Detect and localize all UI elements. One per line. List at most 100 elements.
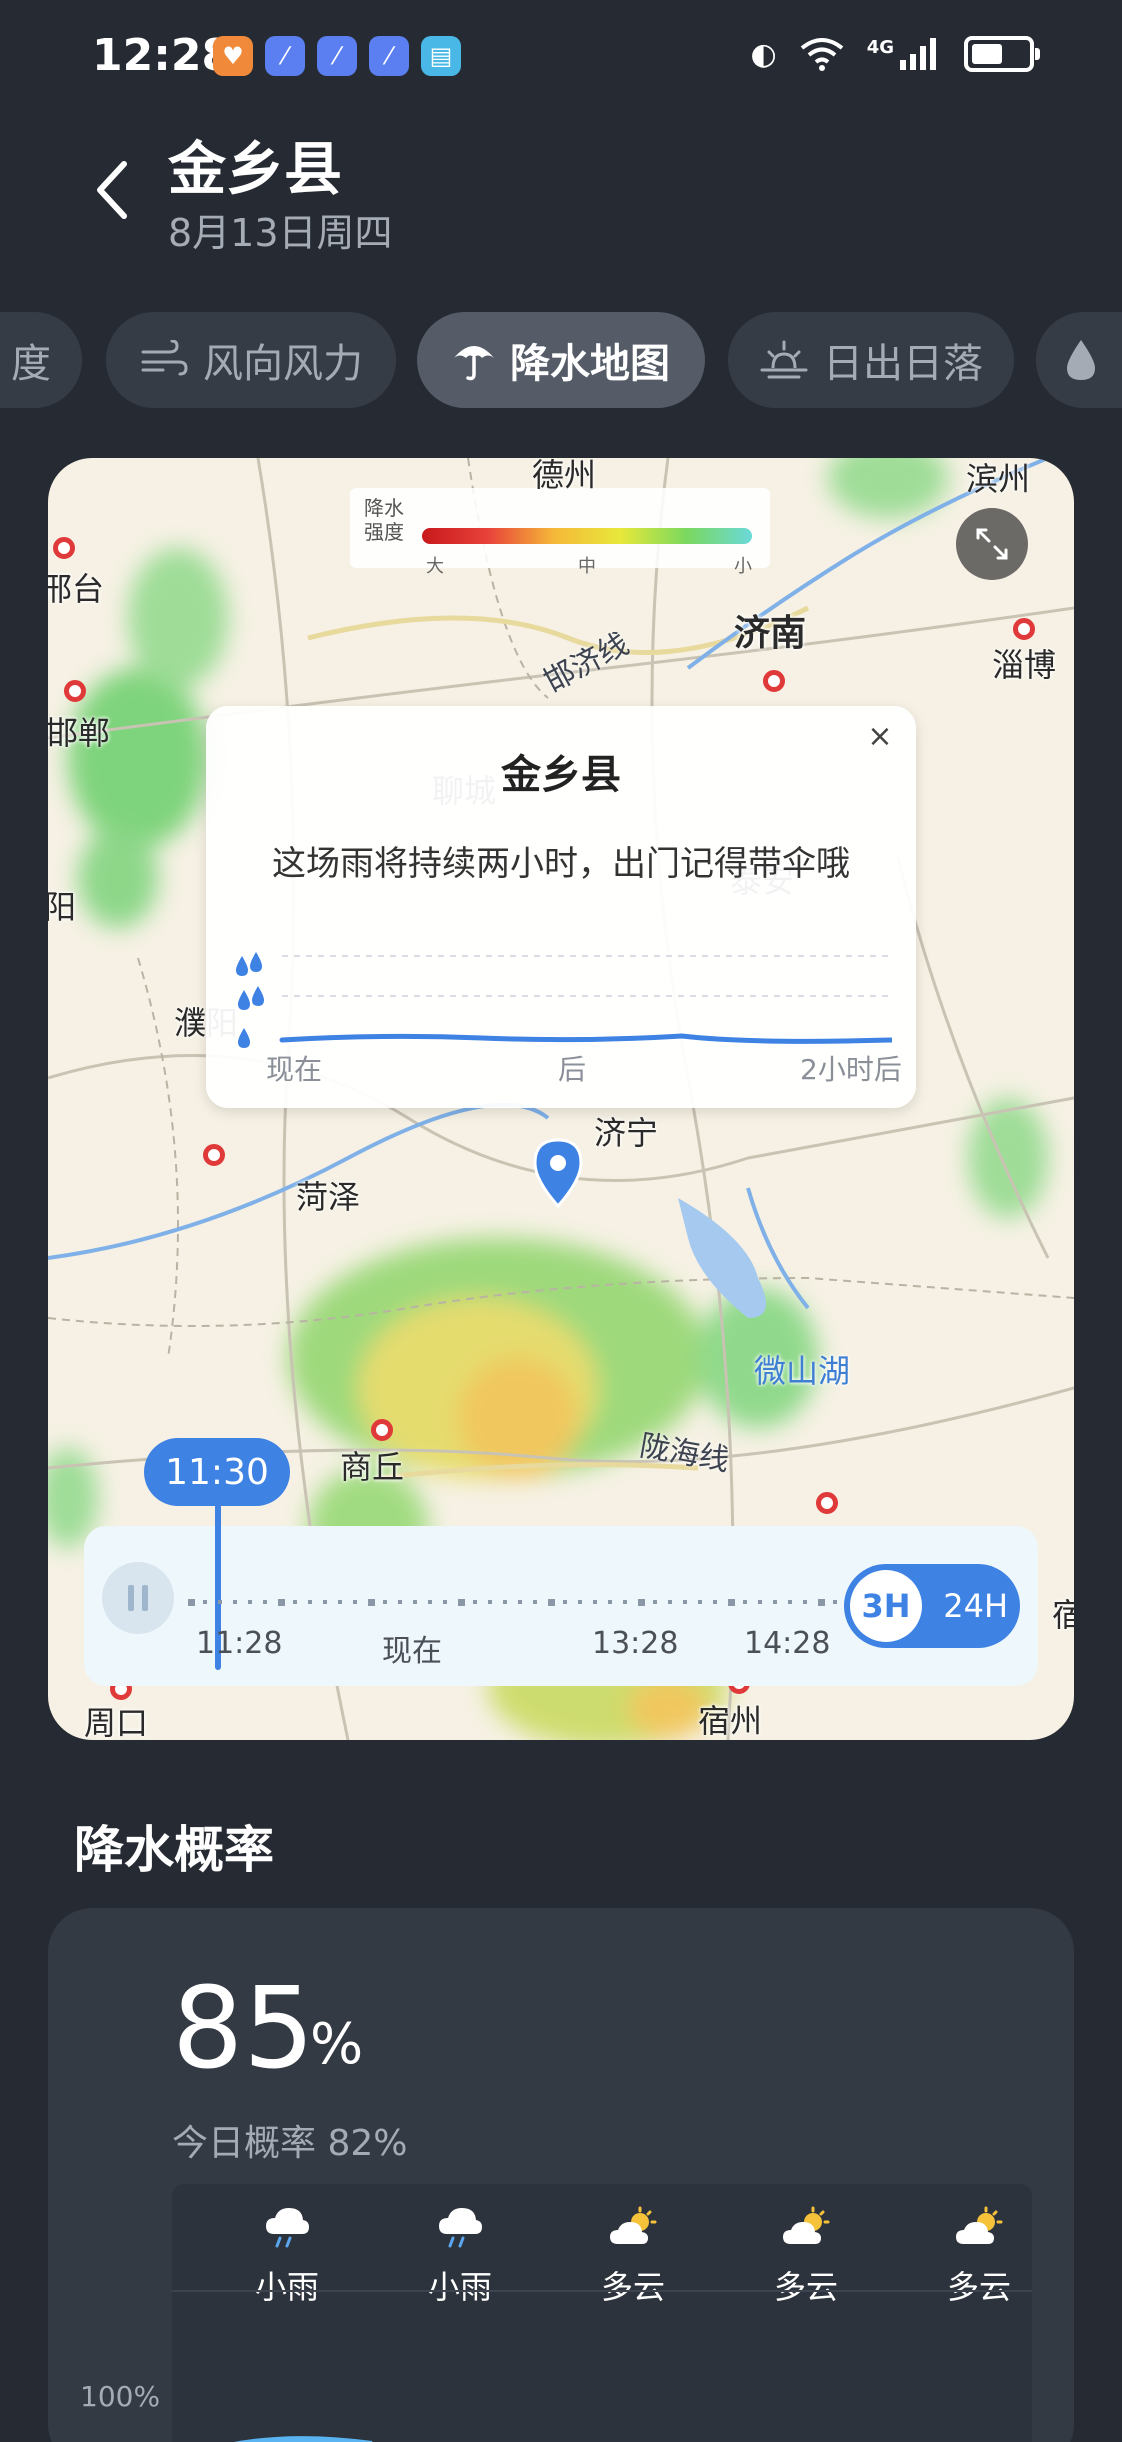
time-tick-mark: [383, 1600, 387, 1604]
popup-message: 这场雨将持续两小时，出门记得带伞哦: [272, 844, 850, 884]
status-time: 12:28: [92, 30, 233, 81]
probability-curve: [233, 2436, 373, 2442]
time-tick-mark: [443, 1600, 447, 1604]
light-rain-icon: [212, 2204, 362, 2252]
rain-forecast-popup: 金乡县 × 这场雨将持续两小时，出门记得带伞哦 现在 后 2小时后: [206, 706, 916, 1108]
place-label: 淄博: [992, 646, 1057, 684]
time-tick-label: 现在: [382, 1634, 442, 1669]
legend-tick-high: 大: [426, 556, 444, 577]
today-probability: 今日概率 82%: [172, 2123, 408, 2164]
pause-button[interactable]: [102, 1562, 174, 1634]
time-tick-mark: [773, 1600, 777, 1604]
city-marker: [1013, 618, 1035, 640]
time-tick-mark: [503, 1600, 507, 1604]
date-subtitle: 8月13日周四: [168, 211, 393, 255]
time-tick-mark: [488, 1600, 492, 1604]
book-app-icon: ▤: [421, 36, 461, 76]
expand-map-button[interactable]: [956, 508, 1028, 580]
location-pin-icon[interactable]: [533, 1138, 583, 1208]
time-tick-mark: [818, 1599, 825, 1606]
close-popup-button[interactable]: ×: [858, 714, 902, 758]
hourly-item: 小雨: [212, 2204, 362, 2308]
time-tick-label: 14:28: [744, 1626, 831, 1661]
time-tick-mark: [728, 1599, 735, 1606]
tab-sunrise[interactable]: 日出日落: [728, 312, 1014, 408]
tab-precip-map[interactable]: 降水地图: [417, 312, 705, 408]
pause-icon: [128, 1585, 148, 1611]
time-tick-mark: [308, 1600, 312, 1604]
status-app-icons: ♥ ⁄ ⁄ ⁄ ▤: [213, 36, 461, 76]
city-marker: [53, 537, 75, 559]
time-tick-mark: [518, 1600, 522, 1604]
place-label: 邢台: [48, 570, 105, 608]
popup-axis-end: 2小时后: [800, 1053, 902, 1086]
time-tick-mark: [548, 1599, 555, 1606]
popup-title: 金乡县: [501, 752, 621, 798]
hourly-weather-label: 多云: [773, 2268, 838, 2306]
time-tick-mark: [743, 1600, 747, 1604]
time-tick-mark: [233, 1600, 237, 1604]
tab-humidity-2[interactable]: [1036, 312, 1122, 408]
hourly-forecast[interactable]: 小雨 小雨 多云 多云 多云: [172, 2184, 1032, 2442]
place-label: 滨州: [966, 460, 1031, 498]
header: 金乡县 8月13日周四: [0, 110, 1122, 280]
place-label: 宿: [1052, 1596, 1074, 1634]
legend-tick-low: 小: [734, 556, 752, 577]
signal-icon: [900, 38, 936, 70]
precip-legend: 降水 强度 大 中 小: [350, 488, 770, 577]
time-tick-mark: [323, 1600, 327, 1604]
place-label: 济南: [734, 613, 807, 654]
hourly-item: 多云: [731, 2204, 881, 2308]
tab-humidity[interactable]: 度: [0, 312, 82, 408]
precip-probability-value: 85: [172, 1964, 315, 2094]
place-label: 商丘: [340, 1448, 405, 1486]
heart-app-icon: ♥: [213, 36, 253, 76]
legend-gradient: [422, 528, 752, 544]
wind-icon: [141, 340, 188, 376]
page-title: 金乡县: [168, 135, 343, 203]
popup-axis-start: 现在: [266, 1053, 323, 1086]
time-tick-mark: [338, 1600, 342, 1604]
tab-wind[interactable]: 风向风力: [106, 312, 396, 408]
time-tick-mark: [593, 1600, 597, 1604]
range-3h-option[interactable]: 3H: [850, 1570, 922, 1642]
precipitation-map[interactable]: 降水 强度 大 中 小 德州 滨州 邢台 济南 淄博 邯郸 聊城 泰安 阳 濮阳…: [48, 458, 1074, 1740]
time-tick-mark: [608, 1600, 612, 1604]
precip-probability-unit: %: [310, 2012, 364, 2077]
time-tick-mark: [398, 1600, 402, 1604]
legend-title: 降水 强度: [364, 496, 408, 544]
legend-title-line1: 降水: [364, 496, 404, 520]
time-tick-mark: [218, 1600, 222, 1604]
tab-label: 日出日落: [823, 341, 983, 387]
place-label: 周口: [84, 1704, 149, 1740]
tab-label: 降水地图: [510, 341, 670, 387]
time-tick-mark: [833, 1600, 837, 1604]
time-tick-mark: [563, 1600, 567, 1604]
range-24h-option[interactable]: 24H: [943, 1570, 1008, 1642]
precip-probability-card: 85 % 今日概率 82% 小雨 小雨 多云 多云 多云 100%: [48, 1908, 1074, 2442]
tab-label: 度: [11, 341, 51, 387]
place-label: 济宁: [594, 1114, 659, 1152]
data-saver-icon: ◐: [750, 36, 777, 72]
hourly-weather-label: 小雨: [427, 2268, 492, 2306]
time-tick-mark: [473, 1600, 477, 1604]
back-button[interactable]: [82, 150, 142, 230]
light-rain-icon: [385, 2204, 535, 2252]
time-tick-mark: [668, 1600, 672, 1604]
range-toggle[interactable]: 3H 24H: [844, 1564, 1020, 1648]
time-tick-mark: [368, 1599, 375, 1606]
time-track: [188, 1599, 897, 1606]
time-tick-mark: [188, 1599, 195, 1606]
hourly-weather-label: 小雨: [254, 2268, 319, 2306]
expand-icon: [976, 528, 1008, 560]
umbrella-icon: [454, 346, 494, 381]
time-tick-mark: [428, 1600, 432, 1604]
wifi-icon: [800, 38, 843, 71]
time-tick-mark: [203, 1600, 207, 1604]
tab-bar: 度 风向风力 降水地图 日出日落: [0, 312, 1122, 408]
section-title: 降水概率: [74, 1821, 274, 1879]
time-tick-mark: [578, 1600, 582, 1604]
hourly-item: 多云: [904, 2204, 1054, 2308]
time-tick-mark: [413, 1600, 417, 1604]
time-slider[interactable]: 11:30 11:28 现在 13:28 14:28 3H 24H: [84, 1438, 1038, 1686]
